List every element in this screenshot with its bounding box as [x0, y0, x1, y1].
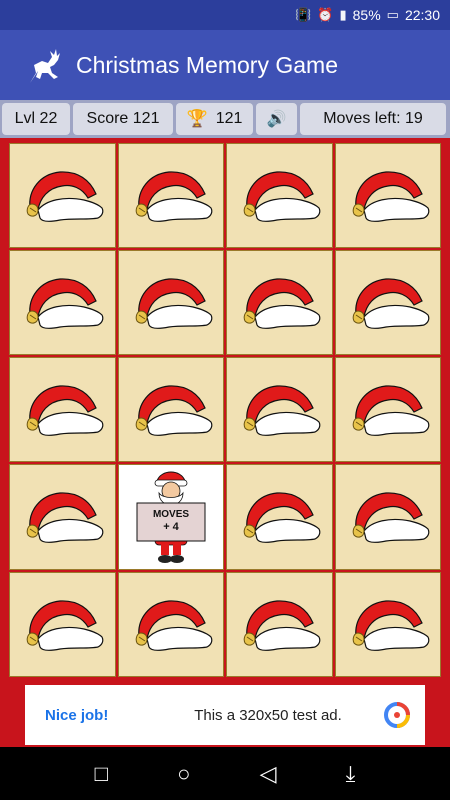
status-bar: 📳 ⏰ ▮ 85% ▭ 22:30 [0, 0, 450, 30]
app-title: Christmas Memory Game [76, 51, 338, 78]
card-face-down[interactable] [226, 572, 333, 677]
card-face-down[interactable] [9, 464, 116, 570]
santa-icon: MOVES + 4 [136, 471, 206, 563]
card-face-down[interactable] [117, 357, 224, 462]
reindeer-icon [30, 49, 60, 83]
santa-hat-icon [352, 599, 430, 651]
best-score-value: 121 [215, 110, 243, 127]
card-face-down[interactable] [334, 143, 441, 248]
ad-banner-area: Nice job! This a 320x50 test ad. [0, 683, 450, 747]
sound-toggle-button[interactable]: 🔊 [256, 103, 297, 135]
santa-hat-icon [352, 384, 430, 436]
card-face-down[interactable] [9, 357, 116, 462]
card-face-down[interactable] [226, 357, 333, 462]
vibrate-icon: 📳 [295, 7, 312, 22]
card-face-down[interactable] [226, 464, 333, 570]
santa-hat-icon [243, 599, 321, 651]
card-face-down[interactable] [9, 572, 116, 677]
card-face-down[interactable] [9, 250, 116, 355]
alarm-icon: ⏰ [317, 7, 334, 22]
circle-icon[interactable]: ○ [177, 761, 190, 787]
card-face-down[interactable] [334, 464, 441, 570]
battery-level: 85% [352, 7, 381, 23]
santa-hat-icon [26, 277, 104, 329]
best-score: 🏆 121 [176, 103, 253, 135]
santa-hat-icon [26, 492, 104, 543]
card-face-down[interactable] [334, 357, 441, 462]
reward-line1: MOVES [153, 509, 189, 520]
card-face-down[interactable] [226, 143, 333, 248]
game-board: MOVES + 4 [7, 141, 443, 679]
santa-hat-icon [243, 277, 321, 329]
hud-bar: Lvl 22 Score 121 🏆 121 🔊 Moves left: 19 [0, 100, 450, 138]
ad-text: This a 320x50 test ad. [194, 706, 342, 724]
ad-logo-icon [384, 702, 410, 728]
reward-line2: + 4 [163, 521, 179, 533]
santa-hat-icon [135, 277, 213, 329]
santa-hat-icon [26, 599, 104, 651]
santa-hat-icon [135, 384, 213, 436]
app-bar: Christmas Memory Game [0, 30, 450, 100]
santa-hat-icon [26, 384, 104, 436]
card-face-down[interactable] [334, 572, 441, 677]
santa-hat-icon [243, 492, 321, 543]
ad-label: Nice job! [45, 706, 109, 724]
santa-hat-icon [26, 170, 104, 222]
card-face-down[interactable] [117, 572, 224, 677]
santa-hat-icon [352, 492, 430, 543]
santa-hat-icon [135, 599, 213, 651]
clock: 22:30 [404, 7, 440, 23]
speaker-icon: 🔊 [266, 111, 287, 128]
trophy-icon: 🏆 [186, 109, 208, 128]
moves-left: Moves left: 19 [300, 103, 446, 135]
nav-bar: □ ○ ◁ ⤓ [0, 747, 450, 800]
level-indicator: Lvl 22 [2, 103, 70, 135]
santa-hat-icon [243, 384, 321, 436]
santa-hat-icon [352, 170, 430, 222]
signal-icon: ▮ [339, 7, 347, 22]
notification-icon[interactable]: ⤓ [346, 761, 356, 787]
card-face-down[interactable] [117, 250, 224, 355]
square-icon[interactable]: □ [95, 761, 108, 787]
santa-hat-icon [352, 277, 430, 329]
card-face-down[interactable] [9, 143, 116, 248]
santa-hat-icon [135, 170, 213, 222]
card-face-down[interactable] [334, 250, 441, 355]
card-revealed[interactable]: MOVES + 4 [117, 464, 224, 570]
card-face-down[interactable] [226, 250, 333, 355]
card-face-down[interactable] [117, 143, 224, 248]
battery-icon: ▭ [386, 7, 399, 22]
back-triangle-icon[interactable]: ◁ [260, 761, 277, 787]
santa-hat-icon [243, 170, 321, 222]
ad-banner[interactable]: Nice job! This a 320x50 test ad. [25, 685, 425, 745]
score-indicator: Score 121 [73, 103, 173, 135]
